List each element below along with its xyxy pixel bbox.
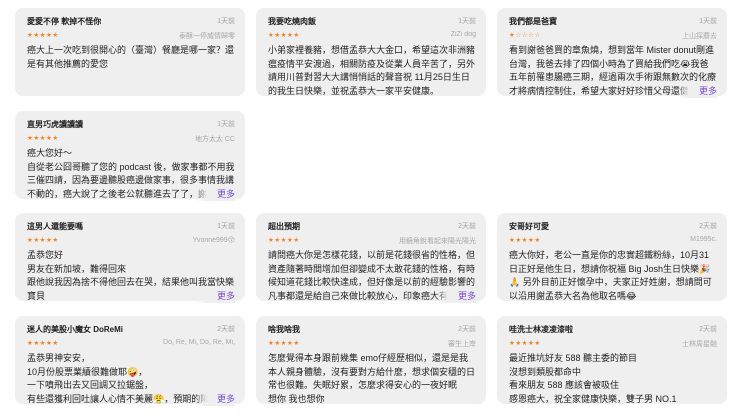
review-card[interactable]: 這男人還能要嗎 1天前 ★★★★★ Yvonne999😚 孟恭您好 男友在新加坡，難得回…: [15, 213, 245, 303]
star-rating: ★★★★★: [27, 236, 59, 244]
star-rating: ★★★★★: [27, 134, 59, 142]
review-author: 上山採蘑去: [682, 33, 717, 40]
star-filled-icon: ★: [293, 32, 300, 39]
review-card[interactable]: 直男巧虎讀讀讀 1天前 ★★★★★ 地方太太 CC 癌大您好～ 自從老公囧哥聽了您的 p…: [15, 111, 245, 201]
review-date: 2天前: [699, 223, 717, 230]
star-rating: ★★★★★: [268, 339, 300, 347]
review-card[interactable]: 愛愛不停 軟掉不怪你 1天前 ★★★★★ 泰酥一停威情歸零癌大上一次吃到很開心的（臺灣…: [15, 8, 245, 96]
review-card[interactable]: 安哥好可愛 2天前 ★★★★★ M1995c. 癌大你好，老公一直是你的忠實超鐵粉絲，1…: [497, 213, 727, 301]
star-filled-icon: ★: [52, 135, 59, 142]
review-card[interactable]: 哇洗士林凌凌漆啦 2天前 ★★★★★ 士林周星馳 最近推坑好友 588 聽主委的節目 沒…: [497, 316, 727, 404]
review-title: 我們都是爸寶: [509, 17, 557, 26]
review-date: 2天前: [217, 326, 235, 333]
review-date: 1天前: [458, 18, 476, 25]
review-author: 用鏡角銳看起來陽光陽光: [399, 238, 476, 245]
review-author: ZiZi dog: [450, 31, 476, 38]
star-rating: ★☆☆☆☆: [509, 31, 541, 39]
review-author: 士林周星馳: [682, 341, 717, 348]
star-rating: ★★★★★: [27, 339, 59, 347]
review-author: 地方太太 CC: [194, 136, 235, 143]
review-title: 愛愛不停 軟掉不怪你: [27, 17, 102, 26]
review-card[interactable]: 我要吃燒肉飯 1天前 ★★★★★ ZiZi dog 小弟家裡養豬，想借孟恭大大金口，希望…: [256, 8, 486, 96]
review-card[interactable]: 我們都是爸寶 1天前 ★☆☆☆☆ 上山採蘑去 看到謝爸爸買的章魚燒，想到當年 Miste…: [497, 8, 727, 98]
star-filled-icon: ★: [293, 340, 300, 347]
review-author: Yvonne999😚: [192, 237, 235, 244]
review-body: 癌大上一次吃到很開心的（臺灣）餐廳是哪一家？還是有其他推薦的愛您: [27, 45, 235, 69]
review-author: 泰酥一停威情歸零: [179, 33, 235, 40]
more-link[interactable]: 更多: [194, 392, 235, 406]
review-card[interactable]: 迷人的美股小魔女 DoReMi 2天前 ★★★★★ Do, Re, Mi, Do, R…: [15, 316, 245, 406]
review-date: 2天前: [458, 326, 476, 333]
review-title: 超出預期: [268, 222, 300, 231]
star-rating: ★★★★★: [27, 31, 59, 39]
review-date: 2天前: [458, 223, 476, 230]
star-filled-icon: ★: [534, 237, 541, 244]
review-author: 審生上岸: [448, 341, 476, 348]
review-body: 最近推坑好友 588 聽主委的節目 沒想到類股都命中 看來朋友 588 應該會被…: [509, 353, 677, 404]
star-filled-icon: ★: [52, 340, 59, 347]
more-link[interactable]: 更多: [435, 289, 476, 303]
star-filled-icon: ★: [534, 340, 541, 347]
review-author: M1995c.: [690, 236, 717, 243]
review-title: 迷人的美股小魔女 DoReMi: [27, 325, 123, 334]
review-date: 2天前: [699, 326, 717, 333]
star-empty-icon: ☆: [534, 32, 541, 39]
review-date: 1天前: [699, 18, 717, 25]
review-date: 1天前: [217, 18, 235, 25]
star-rating: ★★★★★: [268, 236, 300, 244]
review-card[interactable]: 啥我啥我 2天前 ★★★★★ 審生上岸怎麼覺得本身跟前幾集 emo仔經歷相似，還是是我…: [256, 316, 486, 404]
star-rating: ★★★★★: [509, 339, 541, 347]
star-rating: ★★★★★: [509, 236, 541, 244]
review-date: 1天前: [217, 121, 235, 128]
review-title: 安哥好可愛: [509, 222, 549, 231]
star-filled-icon: ★: [52, 237, 59, 244]
review-title: 啥我啥我: [268, 325, 300, 334]
star-filled-icon: ★: [293, 237, 300, 244]
review-body: 怎麼覺得本身跟前幾集 emo仔經歷相似，還是是我本人親身體驗，沒有要對方給什麼，…: [268, 353, 476, 404]
review-body: 小弟家裡養豬，想借孟恭大大金口，希望這次非洲豬瘟疫情平安渡過，相關防疫及從業人員…: [268, 45, 476, 96]
review-title: 我要吃燒肉飯: [268, 17, 316, 26]
review-title: 這男人還能要嗎: [27, 222, 83, 231]
more-link[interactable]: 更多: [194, 289, 235, 303]
more-link[interactable]: 更多: [194, 187, 235, 201]
review-date: 1天前: [217, 223, 235, 230]
star-rating: ★★★★★: [268, 31, 300, 39]
more-link[interactable]: 更多: [676, 84, 717, 98]
review-body: 癌大你好，老公一直是你的忠實超鐵粉絲，10月31日正好是他生日，想請你祝福 Bi…: [509, 250, 712, 301]
star-filled-icon: ★: [52, 32, 59, 39]
review-title: 直男巧虎讀讀讀: [27, 120, 83, 129]
review-card[interactable]: 超出預期 2天前 ★★★★★ 用鏡角銳看起來陽光陽光 請問癌大你是怎樣花錢，以前是花錢很…: [256, 213, 486, 303]
review-author: Do, Re, Mi, Do, Re, Mi,: [163, 339, 235, 346]
review-title: 哇洗士林凌凌漆啦: [509, 325, 573, 334]
